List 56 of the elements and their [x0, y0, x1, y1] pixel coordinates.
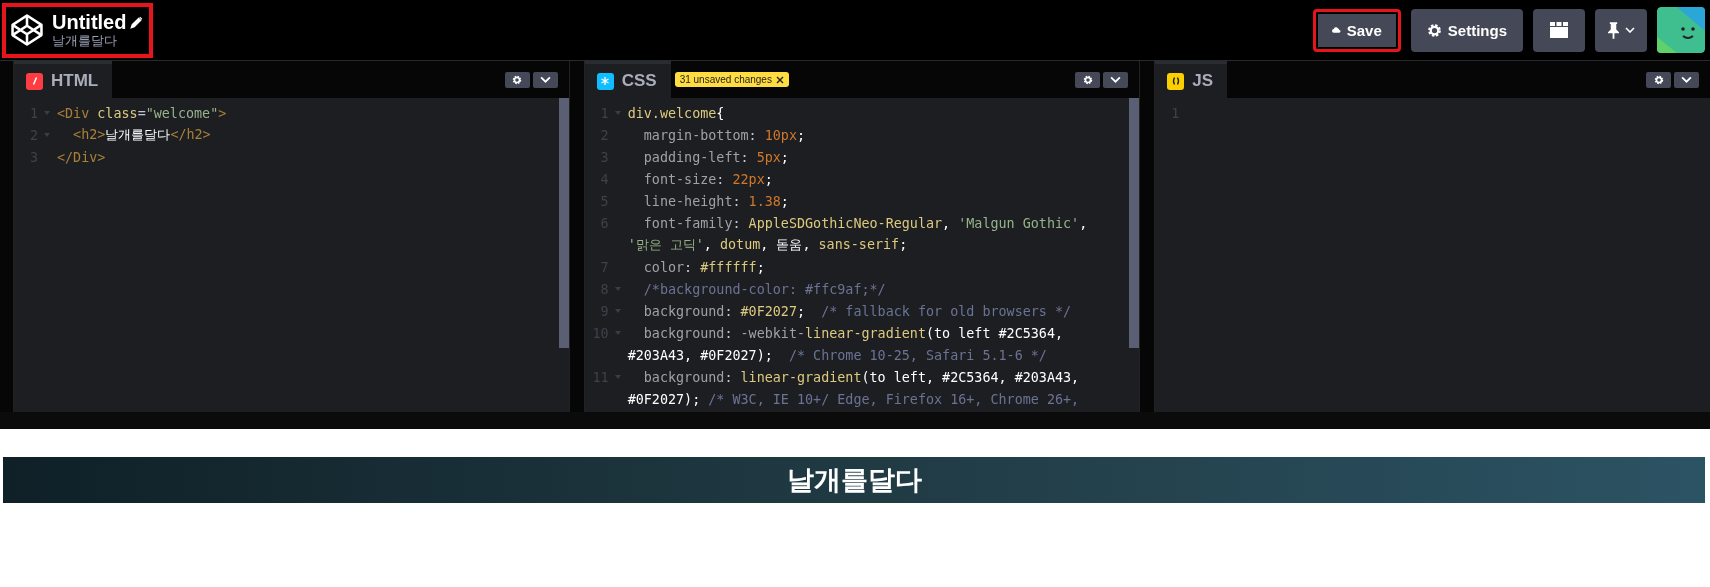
- editor-menu-button[interactable]: [1103, 71, 1129, 88]
- settings-icon: [1426, 22, 1442, 38]
- settings-icon: [512, 74, 523, 85]
- layout-icon: [1550, 22, 1568, 38]
- editor-settings-button[interactable]: [1646, 71, 1671, 88]
- close-icon[interactable]: [775, 75, 784, 84]
- code-line: margin-bottom: 10px;: [642, 127, 806, 143]
- code-line: <h2>날개를달다</h2>: [72, 126, 211, 144]
- code-line: font-size: 22px;: [642, 171, 773, 187]
- cube-logo-icon[interactable]: [10, 13, 44, 47]
- settings-icon: [1653, 74, 1664, 85]
- caret-icon: [1110, 76, 1122, 83]
- code-line: '맑은 고딕', dotum, 돋움, sans-serif;: [627, 236, 908, 254]
- project-title[interactable]: Untitled: [52, 11, 127, 33]
- editor-menu-button[interactable]: [1674, 71, 1699, 88]
- code-line: div.welcome{: [627, 105, 725, 121]
- editor-settings-button[interactable]: [1075, 71, 1101, 88]
- code-line: padding-left: 5px;: [642, 149, 789, 165]
- caret-icon: [1624, 27, 1635, 33]
- code-line: line-height: 1.38;: [642, 193, 789, 209]
- code-line: /*background-color: #ffc9af;*/: [642, 281, 886, 297]
- editor-tab[interactable]: CSS: [584, 61, 671, 98]
- pencil-icon[interactable]: [130, 15, 144, 29]
- editor-tab[interactable]: JS: [1155, 61, 1228, 98]
- code-line: background: #0F2027; /* fallback for old browsers */: [642, 303, 1072, 319]
- caret-icon: [539, 76, 551, 83]
- caret-icon: [1681, 76, 1692, 83]
- editor-menu-button[interactable]: [532, 71, 558, 88]
- save-button[interactable]: Save: [1312, 8, 1401, 52]
- preview-heading: 날개를달다: [3, 457, 1705, 503]
- editor-tab[interactable]: HTML: [14, 61, 113, 98]
- unsaved-changes-badge[interactable]: 31 unsaved changes: [674, 72, 789, 87]
- cloud-icon: [1331, 25, 1341, 35]
- resize-handle[interactable]: [0, 61, 14, 412]
- settings-button[interactable]: Settings: [1410, 8, 1523, 52]
- resize-handle[interactable]: [1139, 61, 1156, 412]
- scrollbar[interactable]: [1129, 98, 1140, 348]
- layout-button[interactable]: [1533, 8, 1585, 52]
- code-line: background: -webkit-linear-gradient(to left #2C5364,: [642, 325, 1064, 341]
- code-line: </Div>: [57, 149, 106, 165]
- code-line: background: linear-gradient(to left, #2C5364, #203A43,: [642, 369, 1080, 385]
- pin-icon: [1607, 21, 1619, 39]
- avatar-icon[interactable]: [1657, 7, 1705, 53]
- project-subtitle: 날개를달다: [52, 33, 118, 49]
- pin-menu-button[interactable]: [1595, 8, 1647, 52]
- settings-icon: [1082, 74, 1093, 85]
- code-line: #0F2027); /* W3C, IE 10+/ Edge, Firefox 16+, Chrome 26+,: [627, 391, 1080, 407]
- scrollbar[interactable]: [558, 98, 569, 348]
- language-icon: [26, 72, 43, 90]
- language-icon: [596, 72, 614, 90]
- code-line: color: #ffffff;: [642, 259, 765, 275]
- code-line: #203A43, #0F2027); /* Chrome 10-25, Safari 5.1-6 */: [627, 347, 1047, 363]
- language-icon: [1167, 72, 1185, 90]
- code-line: font-family: AppleSDGothicNeo-Regular, 'Malgun Gothic',: [642, 215, 1088, 231]
- editor-settings-button[interactable]: [504, 71, 530, 88]
- code-line: <Div class="welcome">: [57, 105, 227, 121]
